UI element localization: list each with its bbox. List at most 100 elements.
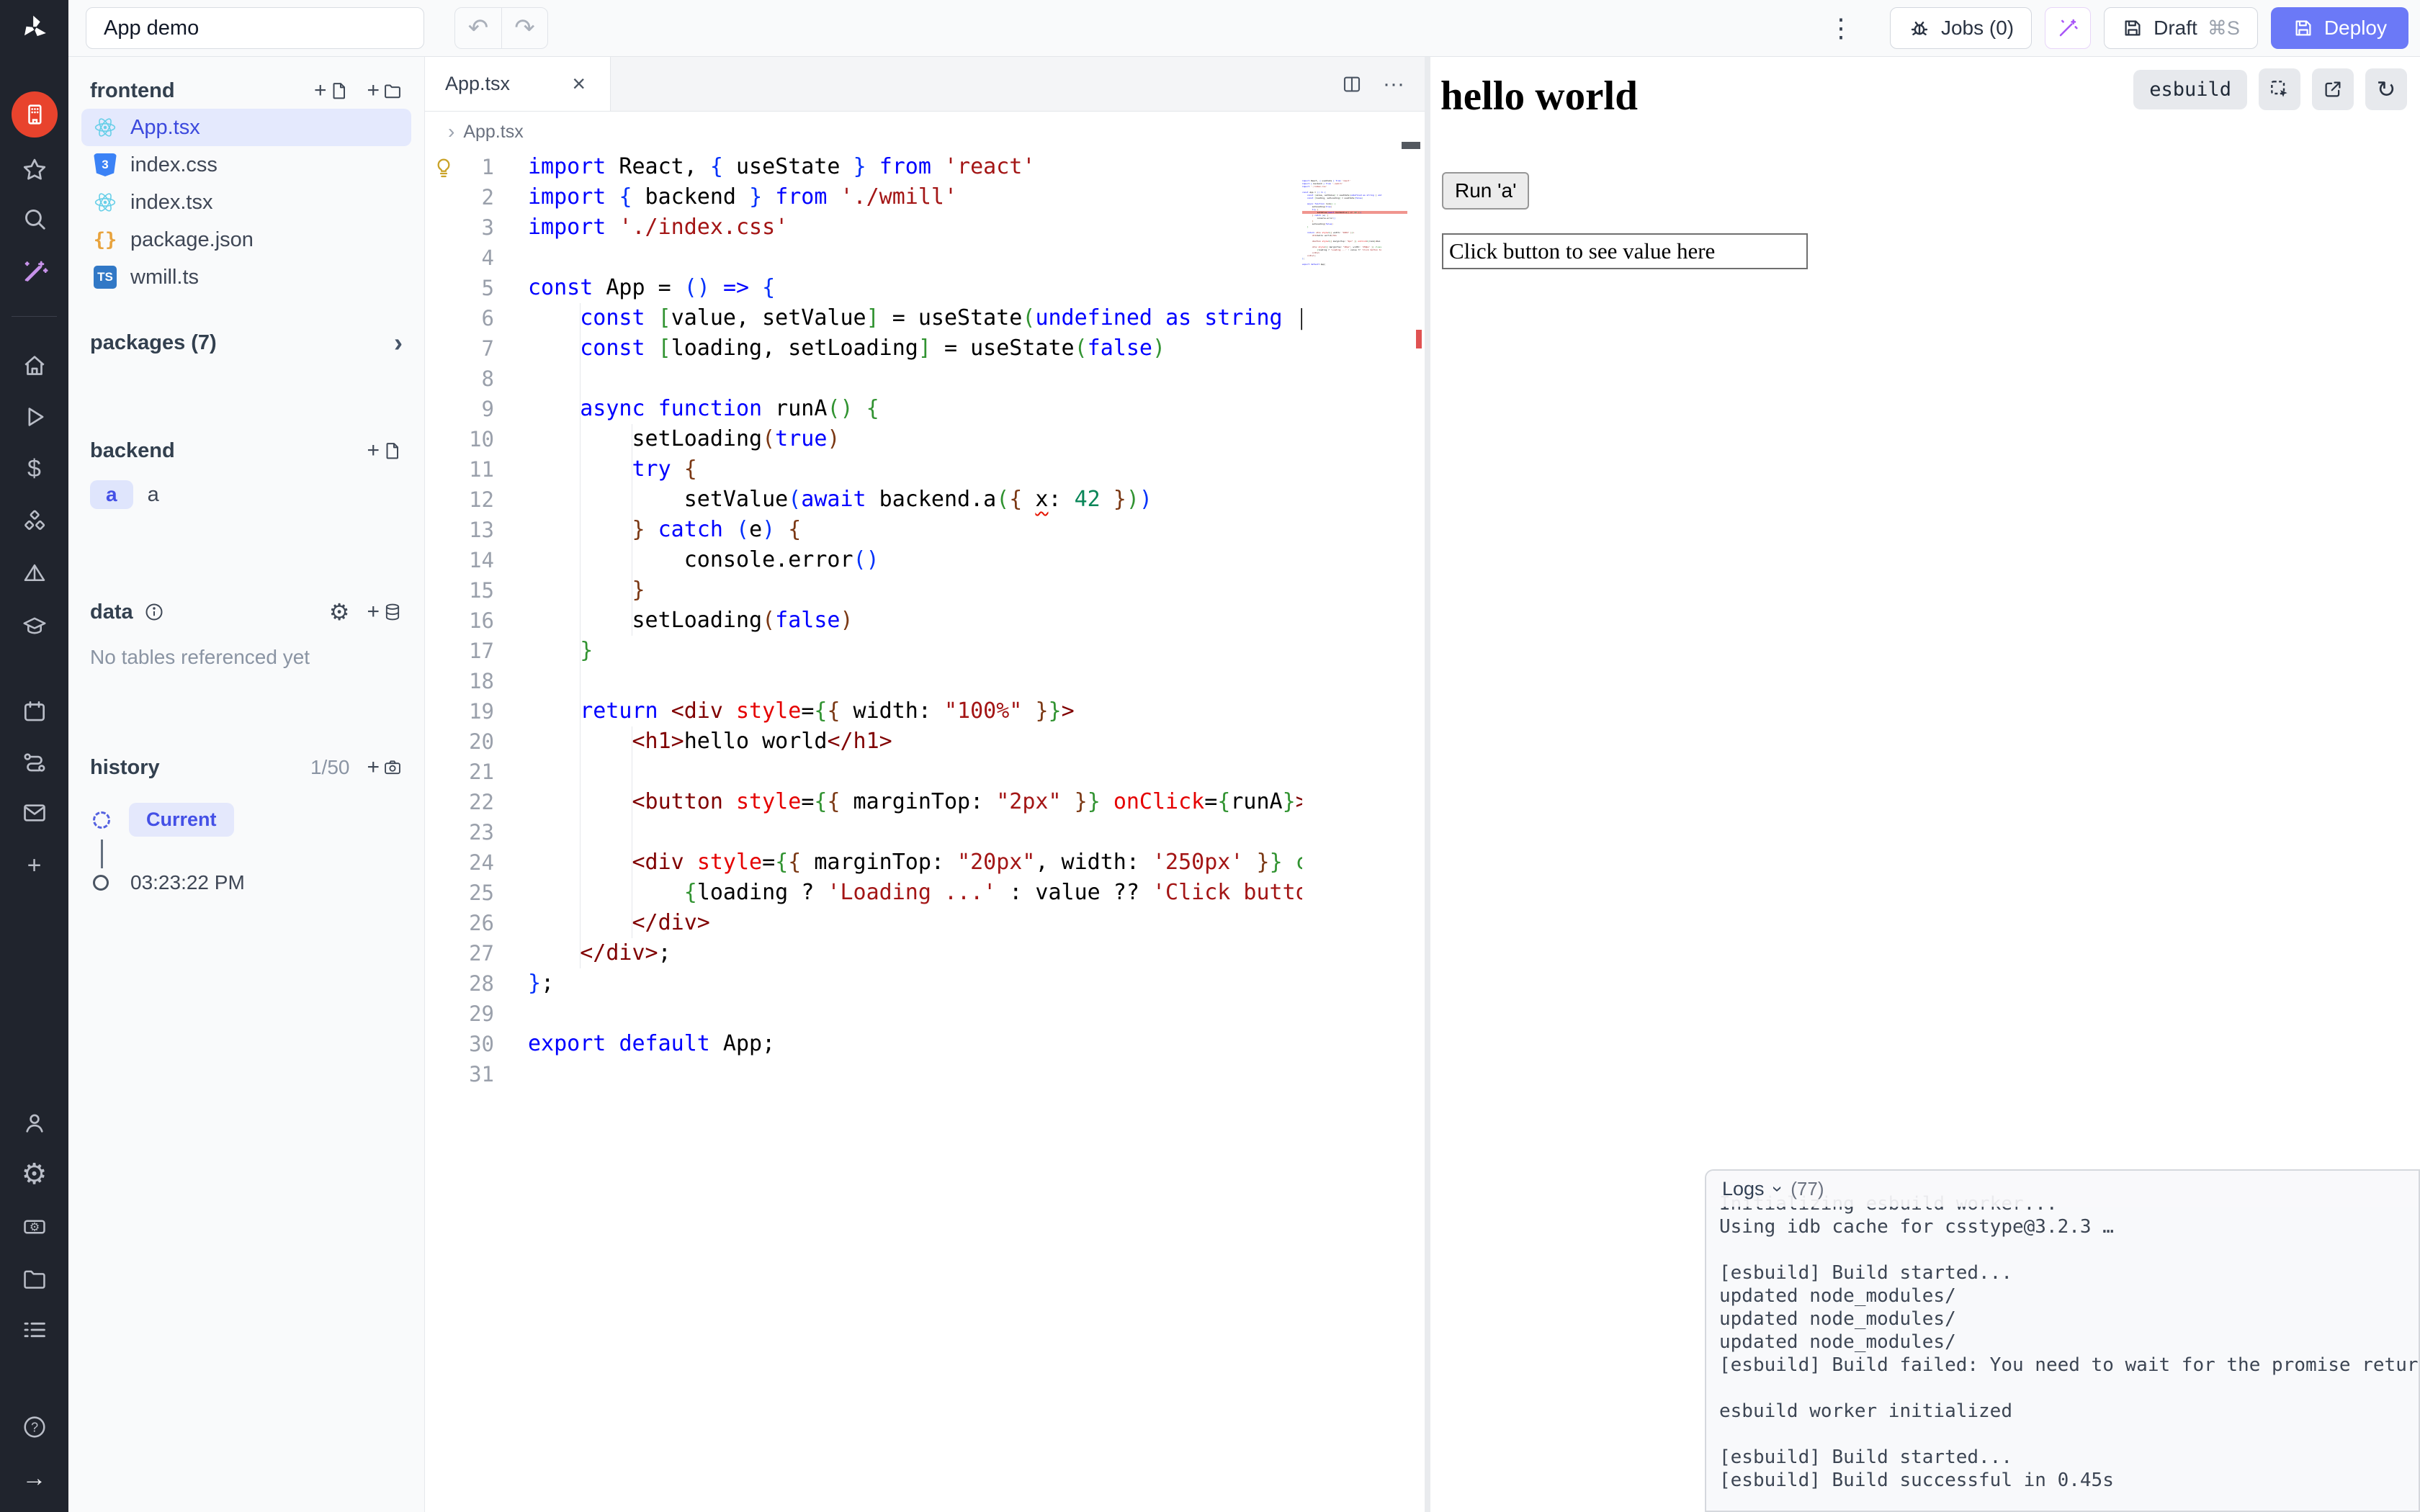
line-number: 13 xyxy=(425,515,494,545)
file-item-index-css[interactable]: 3index.css xyxy=(81,146,411,184)
tab-label: App.tsx xyxy=(445,73,510,95)
refresh-button[interactable]: ↻ xyxy=(2365,68,2407,110)
undo-button[interactable]: ↶ xyxy=(455,8,501,48)
bundler-badge[interactable]: esbuild xyxy=(2133,70,2247,109)
rail-item-folders[interactable] xyxy=(0,1256,68,1301)
rail-item-expand[interactable]: → xyxy=(0,1456,68,1500)
rail-item-schedules[interactable] xyxy=(0,689,68,734)
windmill-logo[interactable] xyxy=(0,0,68,57)
file-name: package.json xyxy=(130,228,254,252)
search-icon xyxy=(21,205,48,233)
rail-item-apps[interactable] xyxy=(0,92,68,137)
backend-item-badge: a xyxy=(90,480,133,509)
breadcrumb[interactable]: › App.tsx xyxy=(425,112,1425,152)
jobs-button[interactable]: Jobs (0) xyxy=(1890,7,2032,49)
app-building-icon xyxy=(22,102,48,127)
info-icon[interactable] xyxy=(143,601,165,623)
chevron-right-icon: › xyxy=(394,330,403,356)
minimap[interactable]: import React, { useState } from 'react'i… xyxy=(1302,179,1407,294)
draft-button[interactable]: Draft ⌘S xyxy=(2104,7,2258,49)
route-icon xyxy=(21,749,48,776)
rail-item-add[interactable]: + xyxy=(0,843,68,888)
file-item-package-json[interactable]: {}package.json xyxy=(81,221,411,258)
rail-item-flows[interactable] xyxy=(0,740,68,785)
history-current-entry[interactable]: Current xyxy=(129,803,234,837)
react-icon xyxy=(94,116,117,139)
minimap-code: import React, { useState } from 'react'i… xyxy=(1302,179,1407,269)
rail-item-runs[interactable] xyxy=(0,395,68,439)
rail-item-workers[interactable]: ⚙ xyxy=(0,1205,68,1249)
rail-item-search[interactable] xyxy=(0,197,68,241)
editor-tab-bar: App.tsx × ··· xyxy=(425,57,1425,112)
tab-close-icon[interactable]: × xyxy=(568,70,590,98)
ai-wand-button[interactable] xyxy=(2045,7,2091,49)
open-external-button[interactable] xyxy=(2312,68,2354,110)
line-number: 24 xyxy=(425,847,494,878)
help-icon: ? xyxy=(21,1413,48,1441)
ellipsis-icon: ··· xyxy=(1383,72,1404,96)
lightbulb-icon[interactable] xyxy=(432,156,455,179)
code-line: 17 } xyxy=(425,636,1302,666)
rail-item-user[interactable] xyxy=(0,1101,68,1146)
rail-item-variables[interactable] xyxy=(0,552,68,596)
dollar-icon: $ xyxy=(27,455,41,483)
rail-item-settings[interactable]: ⚙ xyxy=(0,1152,68,1197)
more-options-button[interactable]: ⋮ xyxy=(1824,14,1858,42)
windmill-logo-icon xyxy=(19,12,50,44)
save-deploy-icon xyxy=(2293,17,2314,39)
app-preview-pane: esbuild ↻ hello world Run 'a' Click butt… xyxy=(1430,57,2420,1512)
minimap-slider[interactable] xyxy=(1402,142,1420,149)
plus-icon: + xyxy=(27,852,42,880)
rail-item-favorites[interactable] xyxy=(0,148,68,192)
rail-item-home[interactable] xyxy=(0,343,68,388)
code-area[interactable]: 1import React, { useState } from 'react'… xyxy=(425,152,1302,1512)
logs-output[interactable]: Initializing esbuild worker... Using idb… xyxy=(1719,1192,2419,1492)
add-script-button[interactable]: + xyxy=(367,440,403,462)
timeline-connector xyxy=(101,840,103,868)
backend-item-a[interactable]: a a xyxy=(90,480,403,509)
frontend-title: frontend xyxy=(90,79,175,103)
editor-more-button[interactable]: ··· xyxy=(1383,73,1404,95)
add-datatable-button[interactable]: + xyxy=(367,601,403,623)
typescript-icon: TS xyxy=(94,266,117,289)
add-file-button[interactable]: + xyxy=(314,80,350,102)
line-number: 6 xyxy=(425,303,494,333)
line-number: 27 xyxy=(425,938,494,968)
pane-resizer[interactable] xyxy=(1425,57,1430,1512)
rail-item-ai[interactable] xyxy=(0,249,68,294)
app-name-input[interactable] xyxy=(86,7,424,49)
inspect-element-button[interactable] xyxy=(2259,68,2300,110)
code-line: 3import './index.css' xyxy=(425,212,1302,243)
history-snapshot-entry[interactable]: 03:23:22 PM xyxy=(130,871,245,894)
add-snapshot-button[interactable]: + xyxy=(367,757,403,778)
chevron-down-icon[interactable]: › xyxy=(1766,1186,1788,1192)
rail-item-schemas[interactable] xyxy=(0,604,68,649)
code-lines: 1import React, { useState } from 'react'… xyxy=(425,152,1302,1089)
packages-section-header[interactable]: packages (7) › xyxy=(68,325,424,361)
logs-title: Logs xyxy=(1722,1178,1765,1200)
code-line: 30export default App; xyxy=(425,1029,1302,1059)
user-icon xyxy=(21,1110,48,1137)
file-item-App-tsx[interactable]: App.tsx xyxy=(81,109,411,146)
rail-item-mail[interactable] xyxy=(0,791,68,835)
current-marker-icon xyxy=(93,811,110,829)
code-line: 7 const [loading, setLoading] = useState… xyxy=(425,333,1302,364)
play-icon xyxy=(21,403,48,431)
rail-item-billing[interactable]: $ xyxy=(0,446,68,491)
file-item-wmill-ts[interactable]: TSwmill.ts xyxy=(81,258,411,296)
redo-button[interactable]: ↷ xyxy=(501,8,547,48)
tab-app-tsx[interactable]: App.tsx × xyxy=(425,57,611,111)
jobs-label: Jobs (0) xyxy=(1941,17,2014,40)
deploy-button[interactable]: Deploy xyxy=(2271,7,2408,49)
pyramid-icon xyxy=(21,560,48,588)
file-item-index-tsx[interactable]: index.tsx xyxy=(81,184,411,221)
data-settings-button[interactable]: ⚙ xyxy=(329,598,350,626)
rail-item-audit[interactable] xyxy=(0,1308,68,1352)
deploy-label: Deploy xyxy=(2324,17,2387,40)
add-folder-button[interactable]: + xyxy=(367,80,403,102)
plus-icon: + xyxy=(367,80,380,102)
run-a-button[interactable]: Run 'a' xyxy=(1442,172,1529,210)
rail-item-help[interactable]: ? xyxy=(0,1405,68,1449)
rail-item-resources[interactable] xyxy=(0,499,68,544)
split-editor-button[interactable] xyxy=(1341,73,1363,95)
